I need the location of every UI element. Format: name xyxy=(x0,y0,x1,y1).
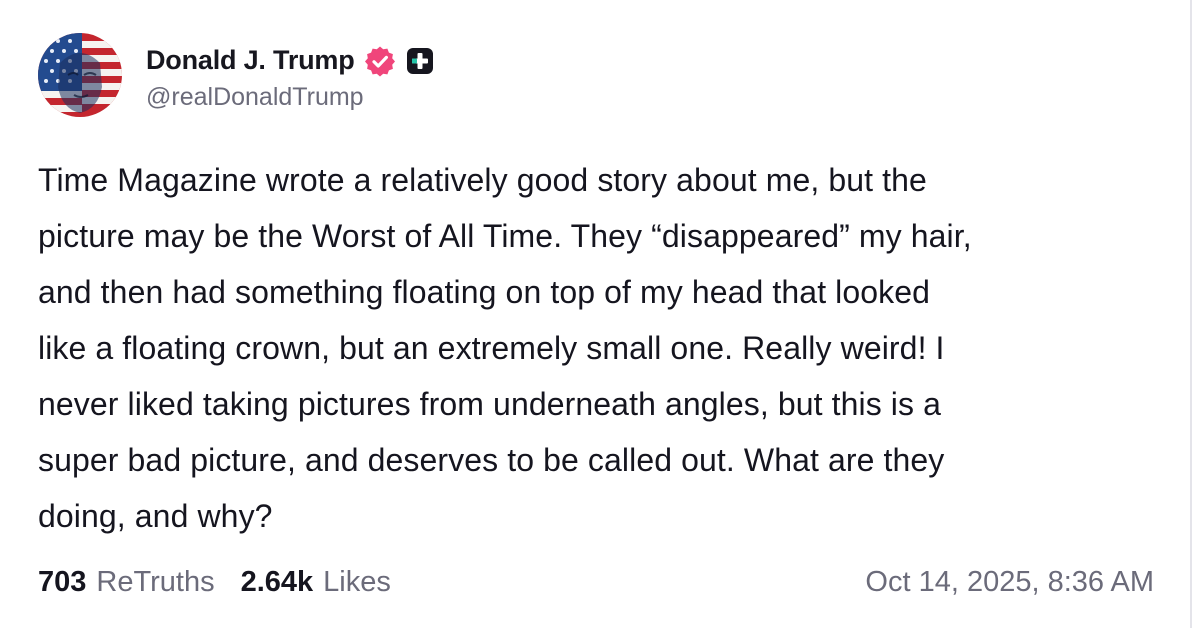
author-handle[interactable]: @realDonaldTrump xyxy=(146,83,434,112)
author-avatar[interactable] xyxy=(38,33,122,117)
verified-badge-icon xyxy=(364,45,396,77)
likes-count: 2.64k xyxy=(240,565,314,598)
retruths-stat[interactable]: 703 ReTruths xyxy=(38,566,215,599)
post-header: Donald J. Trump @realDonaldTrump xyxy=(38,32,434,118)
avatar-flag-portrait-icon xyxy=(38,33,122,117)
post-text: Time Magazine wrote a relatively good st… xyxy=(38,162,972,534)
author-display-name[interactable]: Donald J. Trump xyxy=(146,45,355,76)
likes-label: Likes xyxy=(323,565,391,598)
retruths-label: ReTruths xyxy=(96,565,215,598)
retruths-count: 703 xyxy=(38,565,87,598)
post-body: Time Magazine wrote a relatively good st… xyxy=(38,152,1158,544)
post-footer: 703 ReTruths 2.64k Likes Oct 14, 2025, 8… xyxy=(38,560,1154,604)
author-name-row: Donald J. Trump xyxy=(146,39,434,83)
author-identity: Donald J. Trump @realDonaldTrump xyxy=(146,39,434,112)
truth-post-card: Donald J. Trump @realDonaldTrump Time Ma… xyxy=(0,0,1192,628)
likes-stat[interactable]: 2.64k Likes xyxy=(241,566,391,599)
post-timestamp[interactable]: Oct 14, 2025, 8:36 AM xyxy=(865,566,1154,599)
truth-plus-icon xyxy=(406,47,434,75)
